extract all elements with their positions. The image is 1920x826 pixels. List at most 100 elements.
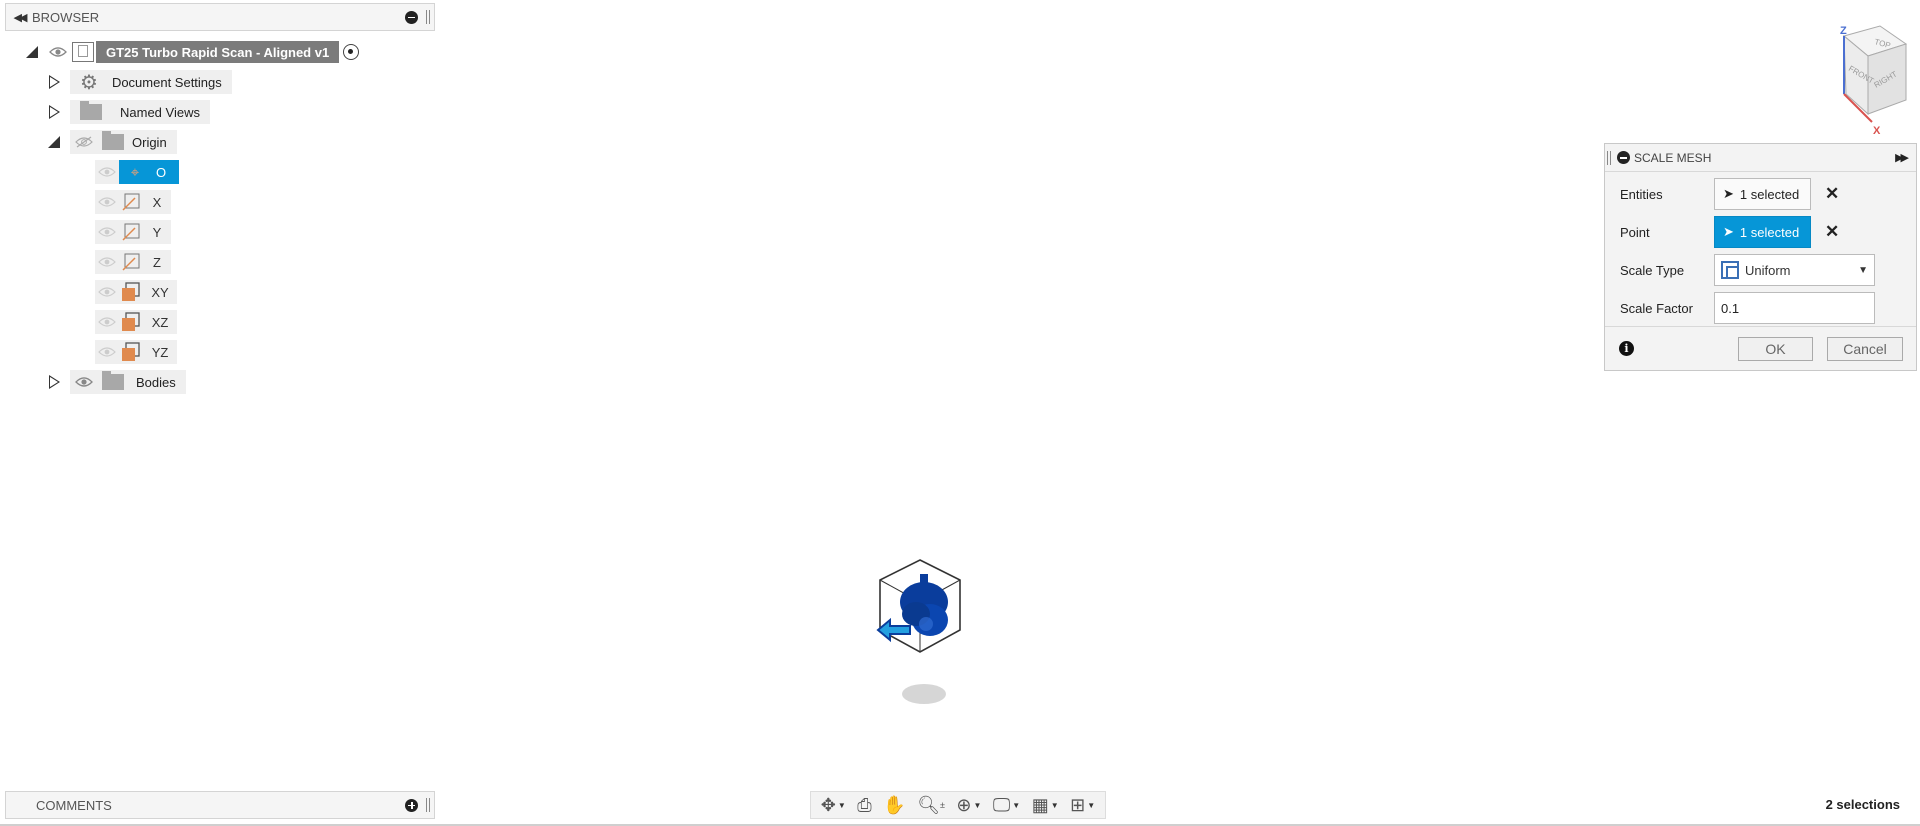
dropdown-caret-icon: ▼ — [1858, 264, 1868, 276]
minimize-icon[interactable] — [1617, 151, 1630, 164]
visibility-eye-icon[interactable] — [95, 310, 119, 334]
point-value: 1 selected — [1739, 224, 1800, 240]
visibility-eye-icon[interactable] — [95, 160, 119, 184]
tree-item-named-views[interactable]: Named Views — [49, 100, 210, 124]
activate-radio-icon[interactable] — [343, 44, 360, 60]
info-icon[interactable]: i — [1619, 341, 1634, 356]
expand-dialog-icon[interactable]: ▶▶ — [1895, 151, 1909, 164]
uniform-scale-icon — [1721, 261, 1739, 279]
origin-child-label: XY — [151, 284, 169, 300]
origin-child-box: X — [95, 190, 171, 214]
x-axis-label: X — [1873, 125, 1881, 137]
folder-icon — [80, 101, 102, 120]
scale-type-row: Scale Type Uniform ▼ — [1620, 254, 1875, 286]
fit-icon[interactable]: ⊕ ▼ — [956, 795, 981, 816]
origin-child-xy[interactable]: XY — [95, 280, 177, 304]
browser-panel-header: ◀◀ BROWSER — [5, 3, 435, 31]
origin-child-x[interactable]: X — [95, 190, 171, 214]
tree-item-origin[interactable]: Origin — [48, 130, 177, 154]
scale-factor-input[interactable] — [1714, 292, 1875, 324]
visibility-eye-icon[interactable] — [46, 40, 70, 64]
tree-root-row[interactable]: GT25 Turbo Rapid Scan - Aligned v1 — [26, 40, 360, 64]
plane-icon — [119, 282, 143, 302]
pan-icon[interactable]: ✋ — [883, 795, 905, 816]
dialog-grip-icon[interactable] — [1607, 150, 1611, 165]
cancel-button[interactable]: Cancel — [1827, 336, 1903, 361]
named-views-label: Named Views — [120, 104, 200, 120]
minimize-icon[interactable] — [405, 10, 418, 24]
browser-title: BROWSER — [32, 9, 100, 25]
origin-child-box: Z — [95, 250, 171, 274]
scale-factor-label: Scale Factor — [1620, 300, 1693, 316]
expand-triangle-icon[interactable] — [26, 46, 38, 58]
plane-icon — [119, 312, 143, 332]
origin-child-y[interactable]: Y — [95, 220, 171, 244]
root-component-label[interactable]: GT25 Turbo Rapid Scan - Aligned v1 — [96, 41, 340, 63]
origin-child-label: Z — [153, 254, 161, 270]
visibility-eye-icon[interactable] — [95, 220, 119, 244]
viewports-icon[interactable]: ⊞ ▼ — [1070, 795, 1095, 816]
point-selector[interactable]: ➤ 1 selected — [1714, 216, 1811, 248]
clear-entities-icon[interactable]: ✕ — [1825, 184, 1839, 204]
comments-panel-header[interactable]: COMMENTS — [5, 791, 435, 819]
scale-type-dropdown[interactable]: Uniform ▼ — [1714, 254, 1875, 286]
origin-child-label: X — [152, 194, 162, 210]
scale-type-label: Scale Type — [1620, 262, 1685, 278]
point-label: Point — [1620, 224, 1650, 240]
bodies-label: Bodies — [136, 374, 176, 390]
visibility-eye-icon[interactable] — [95, 250, 119, 274]
panel-grip-icon[interactable] — [426, 798, 430, 812]
origin-child-box: YZ — [95, 340, 177, 364]
origin-child-label: O — [155, 164, 167, 180]
orbit-icon[interactable]: ✥ ▼ — [821, 795, 846, 816]
visibility-eye-icon[interactable] — [95, 280, 119, 304]
navigation-toolbar: ✥ ▼ ⎙ ✋ 🔍︎ ± ⊕ ▼ 🖵 ▼ ▦ ▼ ⊞ ▼ — [810, 791, 1106, 819]
add-comment-icon[interactable] — [405, 798, 418, 812]
ok-button[interactable]: OK — [1738, 336, 1813, 361]
document-settings-label: Document Settings — [111, 74, 222, 90]
hidden-eye-icon[interactable] — [72, 130, 96, 154]
look-at-icon[interactable]: ⎙ — [857, 795, 871, 816]
viewcube[interactable]: TOP FRONT RIGHT Z X — [1790, 22, 1910, 142]
display-settings-icon[interactable]: 🖵 ▼ — [993, 795, 1020, 816]
collapse-panel-icon[interactable]: ◀◀ — [6, 11, 32, 24]
panel-grip-icon[interactable] — [426, 10, 430, 24]
origin-child-xz[interactable]: XZ — [95, 310, 177, 334]
origin-child-box: ⌖ O — [95, 160, 179, 184]
expand-triangle-icon[interactable] — [49, 105, 60, 119]
gear-icon: ⚙ — [80, 71, 98, 94]
named-views-box: Named Views — [70, 100, 210, 124]
expand-triangle-icon[interactable] — [49, 75, 60, 89]
document-settings-box: ⚙ Document Settings — [70, 70, 232, 94]
visibility-eye-icon[interactable] — [72, 370, 96, 394]
scale-type-value: Uniform — [1745, 262, 1791, 278]
plane-icon — [119, 342, 143, 362]
scale-factor-row: Scale Factor — [1620, 292, 1875, 324]
bodies-box: Bodies — [70, 370, 186, 394]
clear-point-icon[interactable]: ✕ — [1825, 222, 1839, 242]
visibility-eye-icon[interactable] — [95, 190, 119, 214]
tree-item-document-settings[interactable]: ⚙ Document Settings — [49, 70, 232, 94]
point-row: Point ➤ 1 selected ✕ — [1620, 216, 1839, 248]
origin-child-box: XY — [95, 280, 177, 304]
expand-triangle-icon[interactable] — [49, 375, 60, 389]
selection-count-status: 2 selections — [1825, 797, 1900, 812]
visibility-eye-icon[interactable] — [95, 340, 119, 364]
origin-child-o[interactable]: ⌖ O — [95, 160, 179, 184]
dialog-title: SCALE MESH — [1634, 150, 1712, 165]
origin-child-z[interactable]: Z — [95, 250, 171, 274]
cursor-arrow-icon: ➤ — [1723, 186, 1734, 201]
origin-child-yz[interactable]: YZ — [95, 340, 177, 364]
mesh-model[interactable] — [870, 558, 970, 718]
folder-icon — [102, 131, 124, 150]
entities-selector[interactable]: ➤ 1 selected — [1714, 178, 1811, 210]
grid-icon[interactable]: ▦ ▼ — [1032, 795, 1059, 816]
collapse-triangle-icon[interactable] — [48, 136, 60, 148]
origin-point-selected[interactable]: ⌖ O — [119, 160, 179, 184]
origin-child-box: XZ — [95, 310, 177, 334]
origin-child-label: XZ — [151, 314, 169, 330]
tree-item-bodies[interactable]: Bodies — [49, 370, 186, 394]
zoom-icon[interactable]: 🔍︎ ± — [917, 795, 945, 816]
entities-row: Entities ➤ 1 selected ✕ — [1620, 178, 1839, 210]
dialog-footer: i OK Cancel — [1605, 326, 1916, 370]
